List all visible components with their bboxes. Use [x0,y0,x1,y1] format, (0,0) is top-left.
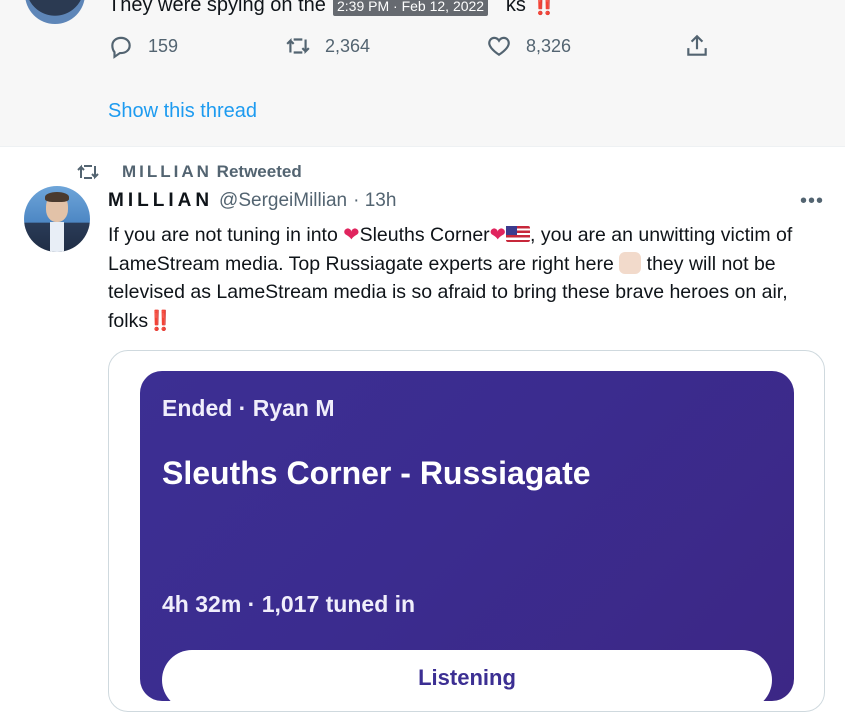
retweet-icon [77,164,99,180]
space-card[interactable]: Ended · Ryan M Sleuths Corner - Russiaga… [140,371,794,710]
retweet-count: 2,364 [325,35,371,56]
retweet-icon [286,37,310,55]
retweeter-name: MILLIAN [122,162,212,181]
display-name[interactable]: MILLIAN [108,190,213,212]
listening-button[interactable]: Listening [162,650,772,710]
retweet-button[interactable]: 2,364 [285,33,370,59]
user-handle[interactable]: @SergeiMillian [219,190,347,212]
avatar[interactable] [24,186,90,252]
show-thread-link[interactable]: Show this thread [108,100,257,123]
heart-emoji-icon: ❤ [343,224,360,246]
like-count: 8,326 [526,35,572,56]
share-icon [687,34,707,56]
retweeted-label: Retweeted [216,162,302,181]
pointing-hand-emoji-icon [619,251,642,274]
tweet-actions: 159 2,364 8,326 [108,33,708,63]
tweet-header: MILLIAN @SergeiMillian · 13h [108,190,396,212]
retweet-banner[interactable]: MILLIAN Retweeted [76,160,302,184]
avatar-shirt [50,222,64,252]
tweet-text: If you are not tuning in into ❤Sleuths C… [108,224,793,332]
share-button[interactable] [684,33,710,59]
reply-button[interactable]: 159 [108,33,178,59]
avatar[interactable] [25,0,85,24]
like-button[interactable]: 8,326 [486,33,571,59]
heart-emoji-icon: ❤ [489,224,507,246]
space-stats: 4h 32m · 1,017 tuned in [162,591,416,617]
reply-count: 159 [148,35,179,56]
reply-icon [111,36,131,59]
us-flag-emoji-icon [506,226,531,242]
previous-tweet: They were spying on the ks ‼️ 2:39 PM · F… [0,0,845,146]
divider [0,146,845,147]
double-exclamation-emoji-icon: ‼️ [148,309,172,332]
more-options-icon[interactable]: ••• [800,190,824,213]
space-title: Sleuths Corner - Russiagate [162,455,591,491]
heart-icon [488,36,510,56]
timestamp-tooltip: 2:39 PM · Feb 12, 2022 [333,0,489,16]
tweet-time[interactable]: · 13h [353,190,396,212]
avatar-hair [45,192,69,202]
space-meta: Ended · Ryan M [162,395,335,421]
